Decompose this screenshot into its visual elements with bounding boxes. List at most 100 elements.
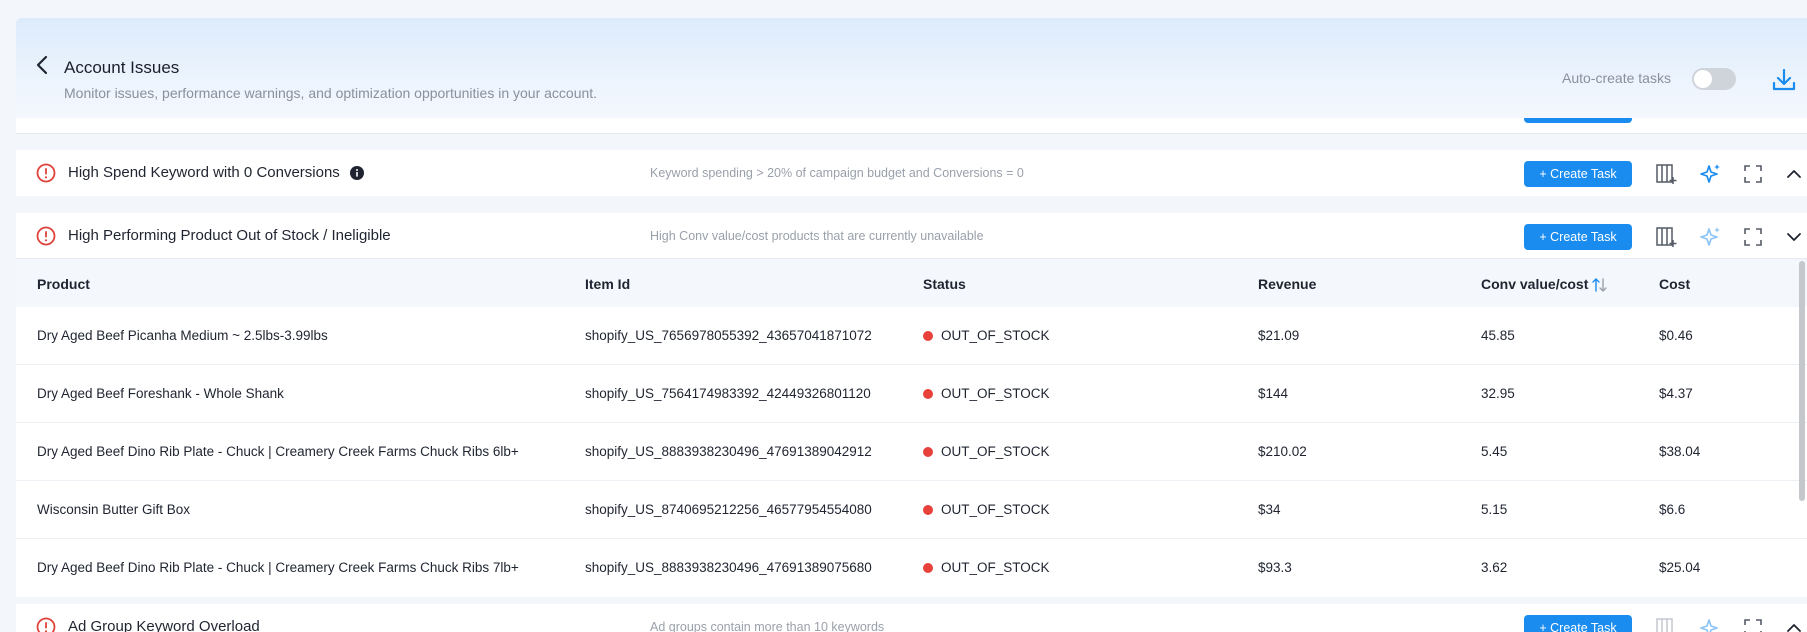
cell-conv-value-cost: 32.95 <box>1481 386 1515 401</box>
chevron-down-icon <box>1787 233 1801 241</box>
ai-assist-button[interactable] <box>1698 615 1724 632</box>
column-header-conv-value-cost[interactable]: Conv value/cost <box>1481 276 1608 292</box>
columns-button[interactable] <box>1653 161 1679 187</box>
status-text: OUT_OF_STOCK <box>941 328 1050 343</box>
auto-create-tasks-label: Auto-create tasks <box>1562 70 1671 86</box>
page-subtitle: Monitor issues, performance warnings, an… <box>64 85 598 101</box>
ai-assist-button[interactable] <box>1698 161 1724 187</box>
alert-circle-icon <box>36 163 56 183</box>
page-header: Account Issues Monitor issues, performan… <box>16 18 1807 118</box>
expand-icon <box>1744 619 1762 632</box>
auto-create-tasks-toggle[interactable] <box>1692 68 1736 90</box>
table-row[interactable]: Dry Aged Beef Picanha Medium ~ 2.5lbs-3.… <box>16 307 1807 365</box>
fullscreen-button[interactable] <box>1740 615 1766 632</box>
issue-card-high-spend-keyword[interactable]: High Spend Keyword with 0 Conversions Ke… <box>16 150 1807 196</box>
alert-circle-icon <box>36 226 56 246</box>
column-header-product: Product <box>37 276 90 292</box>
cell-revenue: $144 <box>1258 386 1289 401</box>
cell-conv-value-cost: 3.62 <box>1481 560 1508 575</box>
columns-add-icon <box>1656 164 1677 184</box>
table-row[interactable]: Dry Aged Beef Dino Rib Plate - Chuck | C… <box>16 539 1807 597</box>
cell-conv-value-cost: 5.45 <box>1481 444 1508 459</box>
status-text: OUT_OF_STOCK <box>941 502 1050 517</box>
chevron-up-icon <box>1787 170 1801 178</box>
chevron-up-icon <box>1787 624 1801 632</box>
scrollbar-thumb[interactable] <box>1799 261 1805 501</box>
cell-status: OUT_OF_STOCK <box>923 444 1050 459</box>
cell-status: OUT_OF_STOCK <box>923 386 1050 401</box>
column-header-item-id: Item Id <box>585 276 631 292</box>
issue-title: High Spend Keyword with 0 Conversions <box>68 164 340 181</box>
fullscreen-button[interactable] <box>1740 161 1766 187</box>
collapse-toggle-button[interactable] <box>1781 161 1807 187</box>
table-header: Product Item Id Status Revenue Conv valu… <box>16 261 1807 307</box>
status-text: OUT_OF_STOCK <box>941 444 1050 459</box>
cell-revenue: $93.3 <box>1258 560 1292 575</box>
columns-button[interactable] <box>1653 224 1679 250</box>
cell-cost: $25.04 <box>1659 560 1701 575</box>
collapse-toggle-button[interactable] <box>1781 224 1807 250</box>
fullscreen-button[interactable] <box>1740 224 1766 250</box>
cell-cost: $0.46 <box>1659 328 1693 343</box>
cell-status: OUT_OF_STOCK <box>923 502 1050 517</box>
chevron-left-icon <box>36 55 48 75</box>
cell-item-id: shopify_US_7656978055392_43657041871072 <box>585 328 872 343</box>
create-task-button[interactable]: + Create Task <box>1524 224 1632 250</box>
cell-cost: $38.04 <box>1659 444 1701 459</box>
back-button[interactable] <box>28 51 56 79</box>
cell-item-id: shopify_US_8740695212256_46577954554080 <box>585 502 872 517</box>
cell-revenue: $34 <box>1258 502 1281 517</box>
cell-revenue: $21.09 <box>1258 328 1300 343</box>
ai-assist-button[interactable] <box>1698 224 1724 250</box>
column-header-cost: Cost <box>1659 276 1691 292</box>
sparkle-icon <box>1700 227 1720 246</box>
issue-title: High Performing Product Out of Stock / I… <box>68 227 391 244</box>
info-icon[interactable] <box>350 166 364 180</box>
cell-product: Dry Aged Beef Picanha Medium ~ 2.5lbs-3.… <box>37 328 328 343</box>
cell-product: Dry Aged Beef Dino Rib Plate - Chuck | C… <box>37 560 519 575</box>
cell-conv-value-cost: 5.15 <box>1481 502 1508 517</box>
issue-card-product-out-of-stock[interactable]: High Performing Product Out of Stock / I… <box>16 213 1807 259</box>
status-text: OUT_OF_STOCK <box>941 560 1050 575</box>
sparkle-icon <box>1700 619 1718 632</box>
issue-description: Keyword spending > 20% of campaign budge… <box>650 166 1024 180</box>
cell-conv-value-cost: 45.85 <box>1481 328 1515 343</box>
status-dot <box>923 505 933 515</box>
issue-description: Ad groups contain more than 10 keywords <box>650 620 885 632</box>
page-title: Account Issues <box>64 58 180 77</box>
products-table: Product Item Id Status Revenue Conv valu… <box>16 261 1807 597</box>
issue-description: High Conv value/cost products that are c… <box>650 229 984 243</box>
column-header-revenue: Revenue <box>1258 276 1317 292</box>
status-dot <box>923 389 933 399</box>
cell-status: OUT_OF_STOCK <box>923 560 1050 575</box>
table-row[interactable]: Dry Aged Beef Foreshank - Whole Shank sh… <box>16 365 1807 423</box>
create-task-button-partial[interactable] <box>1524 118 1632 123</box>
cell-item-id: shopify_US_8883938230496_47691389042912 <box>585 444 872 459</box>
collapse-toggle-button[interactable] <box>1781 615 1807 632</box>
cell-cost: $6.6 <box>1659 502 1686 517</box>
create-task-button[interactable]: + Create Task <box>1524 161 1632 187</box>
columns-add-icon <box>1656 618 1673 632</box>
issue-card-ad-group-keyword-overload[interactable]: Ad Group Keyword Overload Ad groups cont… <box>16 604 1807 632</box>
expand-icon <box>1744 228 1762 246</box>
table-row[interactable]: Wisconsin Butter Gift Box shopify_US_874… <box>16 481 1807 539</box>
columns-add-icon <box>1656 227 1677 247</box>
sort-icon[interactable] <box>1592 278 1608 292</box>
create-task-button[interactable]: + Create Task <box>1524 615 1632 632</box>
cell-product: Dry Aged Beef Dino Rib Plate - Chuck | C… <box>37 444 519 459</box>
sparkle-icon <box>1700 164 1720 183</box>
status-dot <box>923 447 933 457</box>
status-dot <box>923 563 933 573</box>
status-dot <box>923 331 933 341</box>
partial-issue-card <box>16 118 1807 134</box>
alert-circle-icon <box>36 617 56 632</box>
status-text: OUT_OF_STOCK <box>941 386 1050 401</box>
download-button[interactable] <box>1768 64 1800 96</box>
columns-button[interactable] <box>1653 615 1679 632</box>
cell-product: Wisconsin Butter Gift Box <box>37 502 191 517</box>
cell-product: Dry Aged Beef Foreshank - Whole Shank <box>37 386 284 401</box>
account-issues-page: Account Issues Monitor issues, performan… <box>0 0 1807 632</box>
cell-item-id: shopify_US_7564174983392_42449326801120 <box>585 386 871 401</box>
column-header-label: Conv value/cost <box>1481 276 1589 292</box>
table-row[interactable]: Dry Aged Beef Dino Rib Plate - Chuck | C… <box>16 423 1807 481</box>
